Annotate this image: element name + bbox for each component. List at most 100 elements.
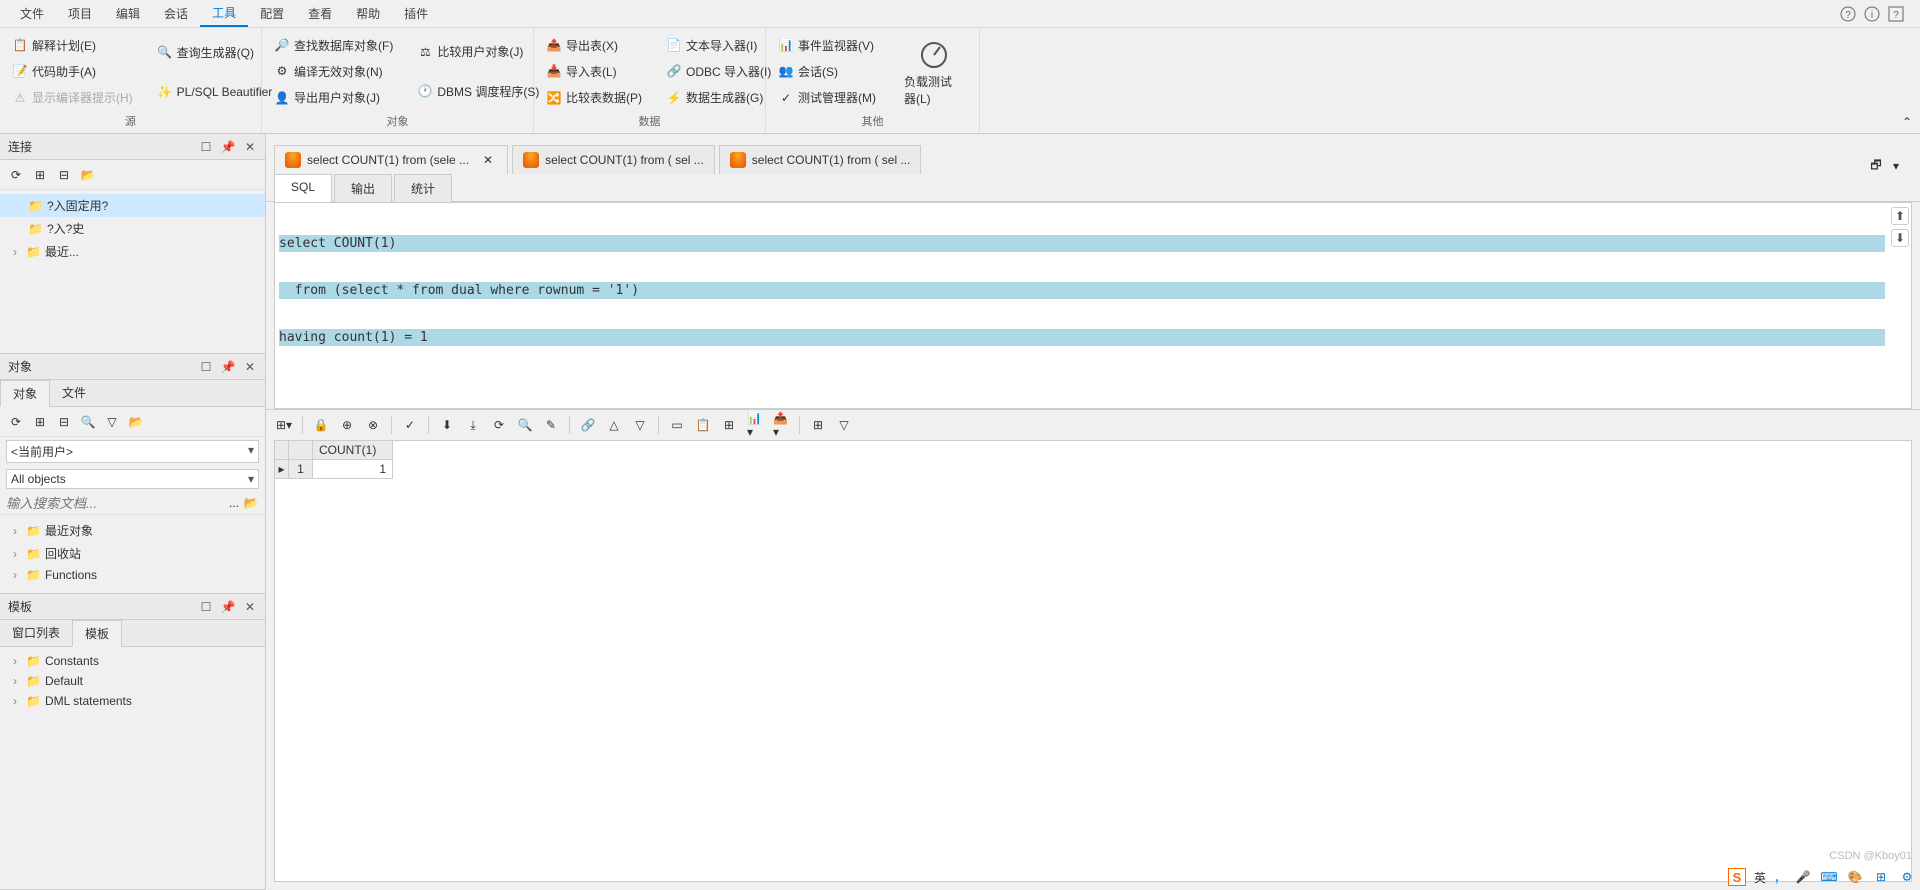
odbc-importer-button[interactable]: 🔗ODBC 导入器(I) [662,61,775,82]
connection-tree-item[interactable]: ›📁最近... [0,240,265,263]
refresh-icon[interactable]: ⟳ [8,167,24,183]
template-tree-item[interactable]: ›📁Constants [0,651,265,671]
scroll-up-icon[interactable]: ⬆ [1891,207,1909,225]
panel-close-icon[interactable]: ✕ [243,360,257,374]
apps-icon[interactable]: ⊞ [1872,868,1890,886]
compare-user-objects-button[interactable]: ⚖比较用户对象(J) [413,41,543,62]
chevron-right-icon[interactable]: › [8,654,22,668]
ime-punct-indicator[interactable]: ， [1774,869,1786,886]
scroll-down-icon[interactable]: ⬇ [1891,229,1909,247]
delete-row-icon[interactable]: ⊗ [365,417,381,433]
menu-plugin[interactable]: 插件 [392,1,440,26]
panel-maximize-icon[interactable]: ☐ [199,360,213,374]
fetch-next-icon[interactable]: ⬇ [439,417,455,433]
edit-icon[interactable]: ✎ [543,417,559,433]
navigate-icon[interactable]: ⊞▾ [276,417,292,433]
new-folder-icon[interactable]: 📂 [243,495,259,511]
find-result-icon[interactable]: 🔍 [517,417,533,433]
template-tree-item[interactable]: ›📁DML statements [0,691,265,711]
object-search-input[interactable] [6,496,225,511]
panel-maximize-icon[interactable]: ☐ [199,600,213,614]
folder-open-icon[interactable]: 📂 [80,167,96,183]
document-tab[interactable]: select COUNT(1) from ( sel ... [512,145,715,174]
compile-invalid-button[interactable]: ⚙编译无效对象(N) [270,61,397,82]
folder-open-icon[interactable]: 📂 [128,414,144,430]
find-db-objects-button[interactable]: 🔎查找数据库对象(F) [270,35,397,56]
collapse-all-icon[interactable]: ⊟ [56,414,72,430]
copy-icon[interactable]: 📋 [695,417,711,433]
menu-file[interactable]: 文件 [8,1,56,26]
menu-edit[interactable]: 编辑 [104,1,152,26]
cascade-windows-icon[interactable]: 🗗 [1868,158,1884,174]
chevron-right-icon[interactable]: › [8,524,22,538]
load-tester-button[interactable]: 负载测试器(L) [896,32,971,111]
window-list-tab[interactable]: 窗口列表 [0,620,72,646]
search-more-icon[interactable]: ... [229,496,239,510]
chevron-right-icon[interactable]: › [8,674,22,688]
find-icon[interactable]: 🔍 [80,414,96,430]
panel-pin-icon[interactable]: 📌 [221,600,235,614]
user-combo[interactable]: <当前用户> [6,440,259,463]
connection-tree-item[interactable]: 📁?入?史 [0,217,265,240]
panel-pin-icon[interactable]: 📌 [221,360,235,374]
object-type-combo[interactable]: All objects [6,469,259,489]
help-circle-icon[interactable]: ? [1840,6,1856,22]
palette-icon[interactable]: 🎨 [1846,868,1864,886]
document-tab[interactable]: select COUNT(1) from ( sel ... [719,145,922,174]
sogou-ime-icon[interactable]: S [1728,868,1746,886]
menu-config[interactable]: 配置 [248,1,296,26]
mic-icon[interactable]: 🎤 [1794,868,1812,886]
document-tab[interactable]: select COUNT(1) from (sele ... ✕ [274,145,508,174]
sql-editor[interactable]: select COUNT(1) from (select * from dual… [275,203,1889,408]
stats-tab[interactable]: 统计 [394,174,452,202]
keyboard-icon[interactable]: ⌨ [1820,868,1838,886]
compare-table-data-button[interactable]: 🔀比较表数据(P) [542,87,646,108]
code-assistant-button[interactable]: 📝代码助手(A) [8,61,137,82]
refresh-icon[interactable]: ⟳ [8,414,24,430]
help-square-icon[interactable]: ? [1888,6,1904,22]
export-result-icon[interactable]: 📤▾ [773,417,789,433]
filter-result-icon[interactable]: ▽ [836,417,852,433]
sort-asc-icon[interactable]: △ [606,417,622,433]
panel-pin-icon[interactable]: 📌 [221,140,235,154]
files-tab[interactable]: 文件 [50,380,98,406]
dropdown-icon[interactable]: ▾ [1888,158,1904,174]
panel-close-icon[interactable]: ✕ [243,600,257,614]
expand-all-icon[interactable]: ⊞ [32,167,48,183]
menu-session[interactable]: 会话 [152,1,200,26]
grid-icon[interactable]: ⊞ [721,417,737,433]
object-tree-item[interactable]: ›📁最近对象 [0,519,265,542]
test-manager-button[interactable]: ✓测试管理器(M) [774,87,880,108]
explain-plan-button[interactable]: 📋解释计划(E) [8,35,137,56]
sessions-button[interactable]: 👥会话(S) [774,61,880,82]
object-tree-item[interactable]: ›📁Functions [0,565,265,585]
chart-icon[interactable]: 📊▾ [747,417,763,433]
template-tree-item[interactable]: ›📁Default [0,671,265,691]
table-row[interactable]: ▸ 1 1 [275,460,1911,479]
lock-icon[interactable]: 🔒 [313,417,329,433]
settings-gear-icon[interactable]: ⚙ [1898,868,1916,886]
objects-tab[interactable]: 对象 [0,380,50,407]
beautifier-button[interactable]: ✨PL/SQL Beautifier [153,82,277,102]
output-tab[interactable]: 输出 [334,174,392,202]
object-tree-item[interactable]: ›📁回收站 [0,542,265,565]
table-view-icon[interactable]: ⊞ [810,417,826,433]
add-row-icon[interactable]: ⊕ [339,417,355,433]
panel-close-icon[interactable]: ✕ [243,140,257,154]
menu-help[interactable]: 帮助 [344,1,392,26]
result-grid[interactable]: COUNT(1) ▸ 1 1 [274,440,1912,882]
commit-icon[interactable]: ✓ [402,417,418,433]
sort-desc-icon[interactable]: ▽ [632,417,648,433]
chevron-right-icon[interactable]: › [8,547,22,561]
connection-tree-item[interactable]: 📁?入固定用? [0,194,265,217]
data-cell[interactable]: 1 [313,460,393,479]
single-record-icon[interactable]: ▭ [669,417,685,433]
filter-icon[interactable]: ▽ [104,414,120,430]
event-monitor-button[interactable]: 📊事件监视器(V) [774,35,880,56]
chevron-right-icon[interactable]: › [8,245,22,259]
data-generator-button[interactable]: ⚡数据生成器(G) [662,87,775,108]
refresh-result-icon[interactable]: ⟳ [491,417,507,433]
info-circle-icon[interactable]: i [1864,6,1880,22]
linked-query-icon[interactable]: 🔗 [580,417,596,433]
chevron-right-icon[interactable]: › [8,694,22,708]
